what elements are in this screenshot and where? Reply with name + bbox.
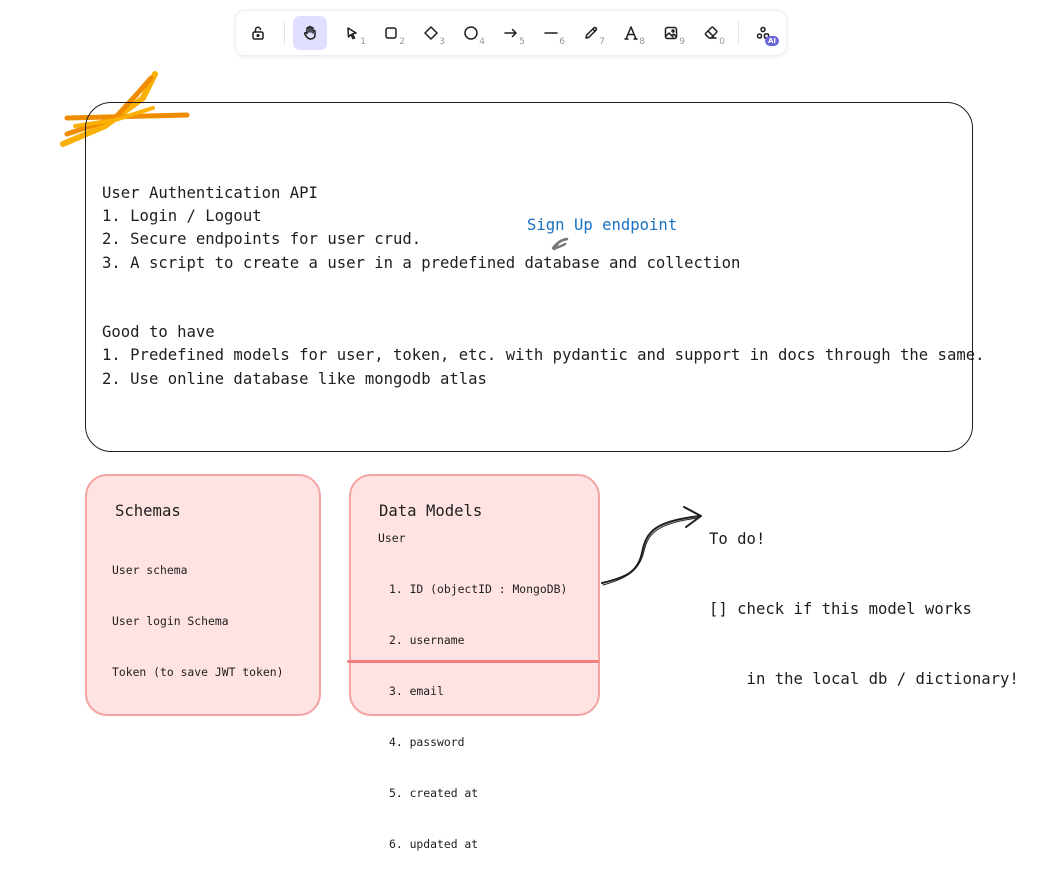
toolbar-divider [284,21,285,45]
list-item: 6. updated at [389,837,479,851]
line-tool-button[interactable]: 6 [534,16,568,50]
eraser-icon [704,26,718,39]
hand-tool-button[interactable] [293,16,327,50]
arrow-right-icon [504,28,517,38]
selection-tool-button[interactable]: 1 [335,16,369,50]
shortcut-key: 4 [479,37,485,47]
shortcut-key: 8 [639,37,645,47]
list-item: 4. password [389,735,465,749]
shortcut-key: 5 [519,37,525,47]
hand-icon [303,25,316,40]
curved-arrow[interactable] [598,505,708,590]
todo-title: To do! [709,530,766,549]
note-line: 3. A script to create a user in a predef… [102,253,741,272]
data-models-divider-line[interactable] [347,660,599,663]
note-line: User Authentication API [102,184,318,202]
note-line: Good to have [102,323,215,342]
image-icon [664,26,678,40]
note-line: 1. Predefined models for user, token, et… [102,346,985,365]
arrow-tool-button[interactable]: 5 [494,16,528,50]
schemas-card[interactable]: Schemas User schema User login Schema To… [85,474,321,716]
list-item: 2. username [389,633,465,647]
note-line [102,275,985,298]
ellipse-tool-button[interactable]: 4 [454,16,488,50]
note-line: 2. Use online database like mongodb atla… [102,369,487,388]
diamond-tool-button[interactable]: 3 [414,16,448,50]
list-item: User login Schema [112,614,229,628]
rectangle-tool-button[interactable]: 2 [374,16,408,50]
list-item: Token (to save JWT token) [112,665,284,679]
shortcut-key: 7 [599,37,605,47]
shapes-toolbar: 1 2 3 4 5 6 7 8 9 0 AI [236,11,786,55]
lock-tool-button[interactable] [241,16,275,50]
shortcut-key: 2 [399,37,405,47]
line-icon [544,32,558,34]
text-tool-button[interactable]: 8 [614,16,648,50]
shortcut-key: 6 [559,37,565,47]
diamond-icon [424,26,438,40]
todo-item-continuation: in the local db / dictionary! [709,669,1019,688]
shortcut-key: 3 [439,37,445,47]
pointer-icon [347,27,357,40]
shortcut-key: 1 [360,37,366,47]
unlock-icon [252,26,264,40]
list-item: 1. ID (objectID : MongoDB) [389,582,568,596]
schemas-title: Schemas [115,502,181,520]
shortcut-key: 0 [719,37,725,47]
note-line [102,298,985,321]
data-models-card[interactable]: Data Models User 1. ID (objectID : Mongo… [349,474,600,851]
main-note-text[interactable]: User Authentication API 1. Login / Logout… [102,182,985,391]
data-models-subtitle: User [378,531,406,545]
more-shapes-button[interactable]: AI [746,16,780,50]
square-icon [385,27,397,39]
todo-item: [] check if this model works [709,600,972,619]
schemas-list: User schema User login Schema Token (to … [112,528,283,715]
data-models-title: Data Models [379,502,483,520]
toolbar-divider [738,21,739,45]
draw-tool-button[interactable]: 7 [574,16,608,50]
image-tool-button[interactable]: 9 [654,16,688,50]
signup-annotation[interactable]: Sign Up endpoint [527,216,677,234]
data-models-fields: 1. ID (objectID : MongoDB) 2. username 3… [389,547,567,887]
list-item: 5. created at [389,786,479,800]
list-item: 3. email [389,684,444,698]
todo-note[interactable]: To do! [] check if this model works in t… [709,482,1019,737]
circle-icon [464,26,478,40]
shortcut-key: 9 [679,37,685,47]
pencil-icon [585,26,598,39]
list-item: User schema [112,563,188,577]
eraser-tool-button[interactable]: 0 [694,16,728,50]
ai-badge: AI [764,36,779,46]
small-scribble-mark [551,237,569,251]
whiteboard-canvas[interactable]: User Authentication API 1. Login / Logout… [0,0,1050,851]
text-icon [624,26,638,40]
